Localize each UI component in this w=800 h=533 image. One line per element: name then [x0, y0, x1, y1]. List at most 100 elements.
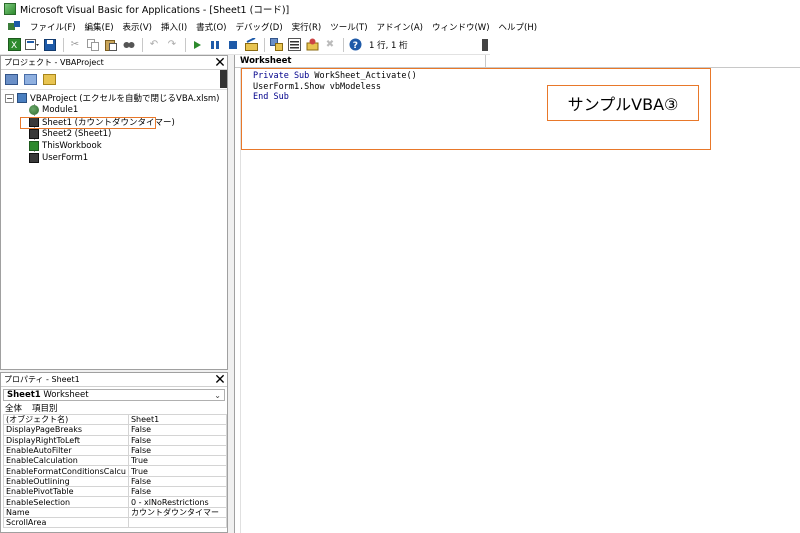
menu-edit[interactable]: 編集(E) — [85, 21, 114, 33]
procedure-dropdown[interactable] — [485, 55, 800, 68]
tab-categorized[interactable]: 項目別 — [32, 402, 58, 414]
menu-addins[interactable]: アドイン(A) — [377, 21, 423, 33]
property-row[interactable]: Name カウントダウンタイマー — [3, 506, 228, 518]
tab-alphabetic[interactable]: 全体 — [5, 402, 22, 414]
tree-item-label: UserForm1 — [42, 153, 89, 163]
save-icon[interactable] — [42, 37, 58, 53]
property-value[interactable]: 0 - xlNoRestrictions — [127, 496, 228, 508]
undo-icon[interactable]: ↶ — [146, 37, 162, 53]
property-value[interactable] — [127, 516, 228, 529]
property-row[interactable]: DisplayPageBreaks False — [3, 424, 228, 436]
menu-file[interactable]: ファイル(F) — [30, 21, 76, 33]
paste-icon[interactable] — [103, 37, 119, 53]
title-bar: Microsoft Visual Basic for Applications … — [0, 0, 800, 18]
property-row[interactable]: (オブジェクト名) Sheet1 — [3, 413, 228, 426]
code-editor[interactable]: Private Sub WorkSheet_Activate() UserFor… — [253, 71, 417, 103]
menu-window[interactable]: ウィンドウ(W) — [432, 21, 490, 33]
toolbar-options-handle[interactable] — [482, 39, 488, 51]
menu-tools[interactable]: ツール(T) — [330, 21, 367, 33]
excel-view-icon[interactable] — [8, 20, 22, 33]
properties-header: プロパティ - Sheet1 ✕ — [1, 373, 227, 387]
code-text: UserForm1.Show vbModeless — [253, 81, 381, 92]
standard-toolbar: X ✂ ↶ ↷ ✖ ? 1 行, 1 桁 — [0, 35, 490, 55]
property-name: DisplayPageBreaks — [3, 424, 129, 436]
menu-insert[interactable]: 挿入(I) — [161, 21, 187, 33]
menu-view[interactable]: 表示(V) — [123, 21, 152, 33]
toggle-folders-icon[interactable] — [43, 74, 56, 85]
copy-icon[interactable] — [85, 37, 101, 53]
tree-item-vbaproject[interactable]: − VBAProject (エクセルを自動で閉じるVBA.xlsm) — [5, 92, 227, 104]
code-keyword: Private Sub — [253, 71, 310, 81]
tree-item-module1[interactable]: Module1 — [5, 104, 227, 116]
properties-window-icon[interactable] — [286, 37, 302, 53]
project-explorer-icon[interactable] — [268, 37, 284, 53]
property-row[interactable]: EnableOutlining False — [3, 475, 228, 488]
code-line: Private Sub WorkSheet_Activate() — [253, 71, 417, 82]
sheet-icon — [29, 129, 39, 139]
property-value[interactable]: False — [127, 424, 228, 436]
workbook-icon — [29, 141, 39, 151]
menu-run[interactable]: 実行(R) — [292, 21, 322, 33]
project-scrollbar-thumb[interactable] — [220, 70, 227, 88]
property-value[interactable]: カウントダウンタイマー — [127, 506, 228, 518]
property-name: EnableOutlining — [3, 475, 129, 488]
property-value[interactable]: Sheet1 — [127, 413, 228, 426]
sheet1-highlight — [20, 117, 156, 129]
tree-item-sheet2[interactable]: Sheet2 (Sheet1) — [5, 128, 227, 140]
property-row[interactable]: EnableFormatConditionsCalcu True — [3, 465, 228, 477]
property-row[interactable]: ScrollArea — [3, 516, 228, 529]
toolbar-divider — [343, 37, 344, 52]
tree-item-label: VBAProject (エクセルを自動で閉じるVBA.xlsm) — [30, 94, 220, 104]
property-value[interactable]: False — [127, 444, 228, 457]
toolbox-icon[interactable]: ✖ — [322, 37, 338, 53]
run-icon[interactable] — [189, 37, 205, 53]
tree-item-label: Sheet2 (Sheet1) — [42, 129, 112, 139]
menu-help[interactable]: ヘルプ(H) — [499, 21, 538, 33]
collapse-icon[interactable]: − — [5, 93, 14, 103]
sample-annotation: サンプルVBA③ — [547, 85, 699, 121]
view-code-icon[interactable] — [5, 74, 18, 85]
code-window: Worksheet Private Sub WorkSheet_Activate… — [234, 55, 800, 533]
property-row[interactable]: DisplayRightToLeft False — [3, 434, 228, 446]
properties-tabs: 全体 項目別 — [1, 401, 227, 414]
object-selector[interactable]: Sheet1 Worksheet ⌄ — [3, 389, 225, 401]
chevron-down-icon[interactable]: ⌄ — [214, 391, 221, 400]
excel-vba-icon — [4, 3, 16, 15]
cut-icon[interactable]: ✂ — [67, 37, 83, 53]
property-row[interactable]: EnablePivotTable False — [3, 486, 228, 498]
property-row[interactable]: EnableAutoFilter False — [3, 444, 228, 457]
property-value[interactable]: True — [127, 455, 228, 467]
insert-userform-icon[interactable] — [24, 37, 40, 53]
tree-item-label: ThisWorkbook — [42, 141, 102, 151]
property-name: ScrollArea — [3, 516, 129, 529]
property-name: DisplayRightToLeft — [3, 434, 129, 446]
help-icon[interactable]: ? — [347, 37, 363, 53]
object-browser-icon[interactable] — [304, 37, 320, 53]
excel-view-icon[interactable]: X — [6, 37, 22, 53]
project-explorer-pane: プロジェクト - VBAProject ✕ − VBAProject (エクセル… — [0, 55, 228, 370]
close-icon[interactable]: ✕ — [213, 373, 227, 387]
find-icon[interactable] — [121, 37, 137, 53]
properties-title: プロパティ - Sheet1 — [4, 375, 80, 384]
menu-format[interactable]: 書式(O) — [196, 21, 226, 33]
property-row[interactable]: EnableSelection 0 - xlNoRestrictions — [3, 496, 228, 508]
property-row[interactable]: EnableCalculation True — [3, 455, 228, 467]
break-icon[interactable] — [207, 37, 223, 53]
toolbar-divider — [63, 37, 64, 52]
redo-icon[interactable]: ↷ — [164, 37, 180, 53]
menu-debug[interactable]: デバッグ(D) — [235, 21, 282, 33]
menu-bar: ファイル(F) 編集(E) 表示(V) 挿入(I) 書式(O) デバッグ(D) … — [0, 18, 800, 35]
vbaproject-icon — [17, 93, 27, 103]
design-mode-icon[interactable] — [243, 37, 259, 53]
tree-item-thisworkbook[interactable]: ThisWorkbook — [5, 140, 227, 152]
property-value[interactable]: False — [127, 475, 228, 488]
property-name: EnableAutoFilter — [3, 444, 129, 457]
property-value[interactable]: True — [127, 465, 228, 477]
reset-icon[interactable] — [225, 37, 241, 53]
close-icon[interactable]: ✕ — [213, 56, 227, 70]
properties-pane: プロパティ - Sheet1 ✕ Sheet1 Worksheet ⌄ 全体 項… — [0, 372, 228, 533]
property-value[interactable]: False — [127, 486, 228, 498]
tree-item-userform1[interactable]: UserForm1 — [5, 152, 227, 164]
property-value[interactable]: False — [127, 434, 228, 446]
view-object-icon[interactable] — [24, 74, 37, 85]
